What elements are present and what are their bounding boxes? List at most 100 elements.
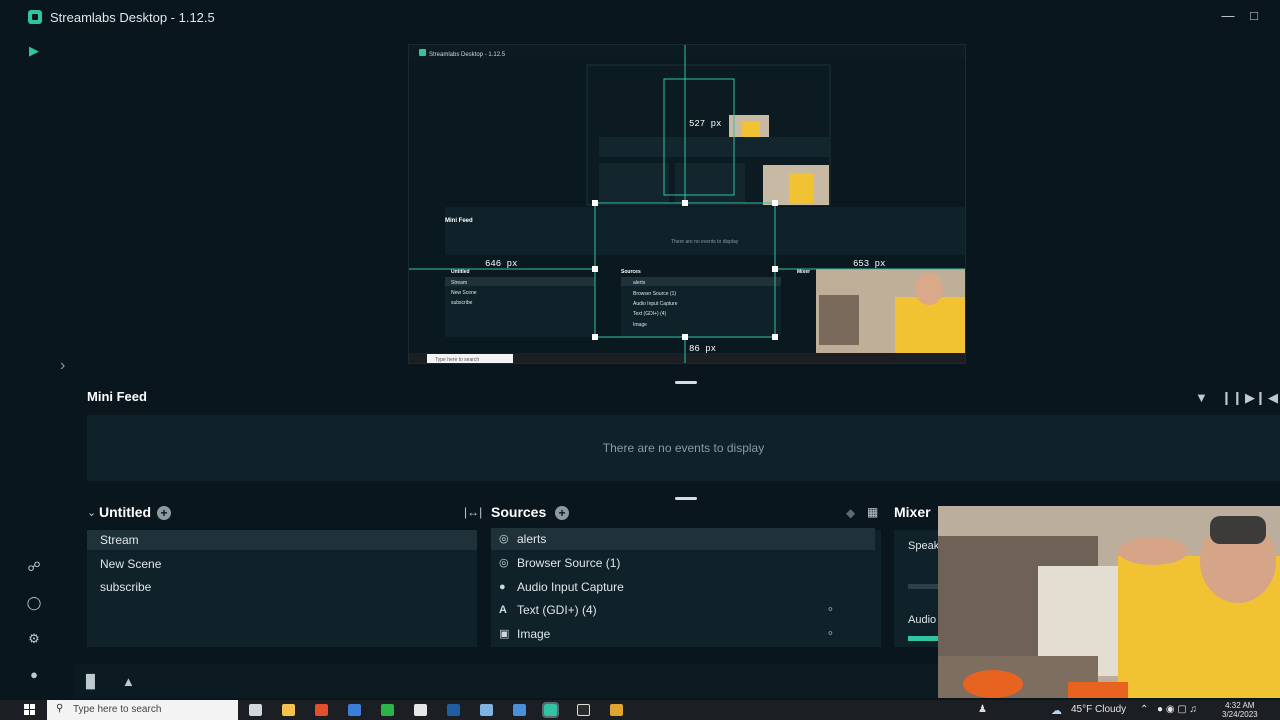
- hidden-eye-icon[interactable]: ⚬: [826, 599, 835, 621]
- resize-handle-bottom[interactable]: [675, 497, 697, 500]
- hidden-eye-icon[interactable]: ⚬: [826, 623, 835, 645]
- svg-text:Stream: Stream: [451, 280, 467, 286]
- taskbar-search-input[interactable]: Type here to search: [47, 700, 238, 720]
- resize-handle-top[interactable]: [675, 381, 697, 384]
- skip-icon[interactable]: ▶❙: [1245, 390, 1266, 406]
- maximize-icon[interactable]: □: [1246, 8, 1262, 24]
- profile-icon[interactable]: ●: [26, 667, 42, 683]
- webcam-overlay: [938, 506, 1280, 698]
- scene-transitions-icon[interactable]: |↔|: [464, 505, 482, 519]
- weather-text[interactable]: 45°F Cloudy: [1071, 704, 1126, 715]
- terminal-icon[interactable]: [577, 704, 590, 716]
- source-item-browser-source[interactable]: ◎ Browser Source (1): [491, 552, 875, 574]
- svg-text:Untitled: Untitled: [451, 269, 470, 275]
- cloud-icon: ☁: [1051, 705, 1062, 717]
- app-orange-icon[interactable]: [610, 704, 623, 716]
- mini-feed-empty-text: There are no events to display: [602, 441, 765, 455]
- svg-text:Audio Input Capture: Audio Input Capture: [633, 301, 678, 307]
- search-icon: ⚲: [56, 703, 64, 714]
- streamlabs-taskbar-icon[interactable]: [542, 702, 559, 718]
- add-source-icon[interactable]: +: [555, 506, 569, 520]
- user-switch-icon[interactable]: ◯: [26, 595, 42, 611]
- brave-browser-icon[interactable]: [315, 704, 328, 716]
- studio-mode-icon[interactable]: ▶: [26, 43, 42, 59]
- app-blue-icon[interactable]: [480, 704, 493, 716]
- minimize-icon[interactable]: —: [1220, 8, 1236, 24]
- globe-icon: ◎: [499, 557, 509, 569]
- link-icon[interactable]: ☍: [26, 559, 42, 575]
- source-item-image[interactable]: ▣ Image ⚬: [491, 623, 875, 645]
- document-icon[interactable]: [414, 704, 427, 716]
- mixer-item-speaker: Speak: [908, 540, 940, 552]
- expand-chevron-icon[interactable]: ›: [60, 357, 65, 375]
- volume-slider-speaker[interactable]: [908, 584, 938, 589]
- taskbar-clock[interactable]: 4:32 AM 3/24/2023: [1222, 701, 1258, 719]
- performance-stats-icon[interactable]: ▉: [86, 674, 96, 690]
- scene-collection-title[interactable]: Untitled: [99, 504, 151, 520]
- svg-text:There are no events to display: There are no events to display: [671, 239, 739, 245]
- mute-icon[interactable]: ◀: [1268, 390, 1278, 406]
- left-nav: ▶ ☍ ◯ ⚙ ●: [16, 34, 54, 694]
- preview-canvas[interactable]: Streamlabs Desktop - 1.12.5 Mini Feed Th…: [408, 44, 966, 364]
- svg-text:Mini Feed: Mini Feed: [445, 218, 473, 224]
- filter-icon[interactable]: ▼: [1195, 390, 1208, 405]
- scene-item-new-scene[interactable]: New Scene: [87, 554, 477, 574]
- pause-icon[interactable]: ❙❙: [1221, 390, 1243, 406]
- title-bar: Streamlabs Desktop - 1.12.5: [0, 0, 1280, 34]
- scene-item-stream[interactable]: Stream: [87, 530, 477, 550]
- streamlabs-logo-icon: [28, 10, 42, 24]
- source-item-text[interactable]: A Text (GDI+) (4) ⚬: [491, 599, 875, 621]
- svg-text:646 px: 646 px: [485, 259, 517, 269]
- svg-text:subscribe: subscribe: [451, 300, 473, 306]
- svg-text:Text (GDI+) (4): Text (GDI+) (4): [633, 311, 667, 317]
- tray-chevron-icon[interactable]: ⌃: [1140, 704, 1148, 715]
- scenes-list: Stream New Scene subscribe: [87, 530, 477, 647]
- source-item-alerts[interactable]: ◎ alerts: [491, 528, 875, 550]
- add-folder-icon[interactable]: ▦: [867, 505, 878, 519]
- clock-time: 4:32 AM: [1225, 701, 1255, 710]
- source-label: Audio Input Capture: [517, 580, 624, 594]
- svg-text:Image: Image: [633, 322, 647, 328]
- source-label: Image: [517, 627, 551, 641]
- svg-text:Streamlabs Desktop - 1.12.5: Streamlabs Desktop - 1.12.5: [429, 52, 506, 58]
- source-item-audio-input[interactable]: ● Audio Input Capture: [491, 576, 875, 598]
- text-icon: A: [499, 604, 507, 616]
- webcam-image: [938, 506, 1280, 698]
- people-icon[interactable]: ♟: [978, 704, 987, 715]
- mixer-panel: Speak Audio: [894, 530, 944, 647]
- windows-start-icon[interactable]: [24, 704, 36, 716]
- microphone-icon: ●: [499, 581, 506, 593]
- source-label: Text (GDI+) (4): [517, 603, 597, 617]
- add-scene-icon[interactable]: +: [157, 506, 171, 520]
- globe-icon: ◎: [499, 533, 509, 545]
- davinci-icon[interactable]: [348, 704, 361, 716]
- app-window-icon[interactable]: [513, 704, 526, 716]
- app-green-icon[interactable]: [381, 704, 394, 716]
- tray-icons[interactable]: ● ◉ ▢ ♫: [1157, 704, 1197, 715]
- scene-item-subscribe[interactable]: subscribe: [87, 577, 477, 597]
- mini-feed-body: There are no events to display: [87, 415, 1280, 481]
- task-view-icon[interactable]: [249, 704, 262, 716]
- mixer-item-audio: Audio: [908, 614, 937, 626]
- sources-list: ◎ alerts ◎ Browser Source (1) ● Audio In…: [491, 528, 881, 647]
- svg-text:Mixer: Mixer: [797, 269, 810, 275]
- mixer-title: Mixer: [894, 504, 931, 520]
- windows-taskbar: Type here to search ⚲ ♟ ☁ 45°F Cloudy ⌃ …: [0, 700, 1280, 720]
- source-group-icon[interactable]: ◆: [846, 506, 855, 520]
- source-label: Browser Source (1): [517, 556, 621, 570]
- svg-text:alerts: alerts: [633, 280, 646, 286]
- mini-feed-title: Mini Feed: [87, 389, 147, 404]
- volume-slider-audio[interactable]: [908, 636, 938, 641]
- steam-icon[interactable]: [447, 704, 460, 716]
- svg-text:527 px: 527 px: [689, 119, 721, 129]
- svg-text:New Scene: New Scene: [451, 290, 477, 296]
- source-label: alerts: [517, 532, 547, 546]
- svg-text:Type here to search: Type here to search: [435, 357, 479, 363]
- notifications-bell-icon[interactable]: ▲: [122, 674, 135, 689]
- collapse-chevron-icon[interactable]: ⌄: [87, 506, 96, 519]
- image-icon: ▣: [499, 628, 510, 640]
- nested-preview-svg: Streamlabs Desktop - 1.12.5 Mini Feed Th…: [409, 45, 965, 363]
- settings-gear-icon[interactable]: ⚙: [26, 631, 42, 647]
- svg-text:Browser Source (1): Browser Source (1): [633, 291, 676, 297]
- file-explorer-icon[interactable]: [282, 704, 295, 716]
